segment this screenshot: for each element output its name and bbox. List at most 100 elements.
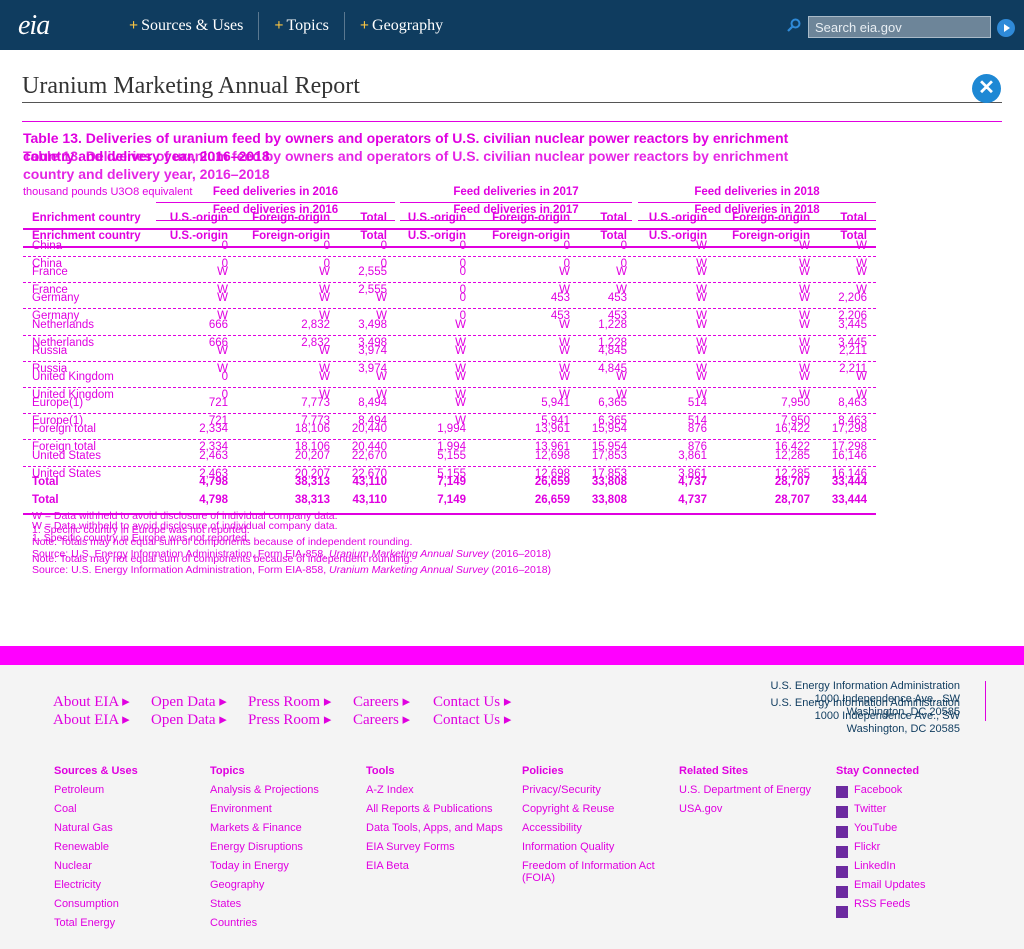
footer-item[interactable]: A-Z Index	[366, 784, 414, 796]
footer-item[interactable]: All Reports & Publications	[366, 803, 493, 815]
footer-item[interactable]: RSS Feeds	[854, 898, 910, 910]
footer-item[interactable]: Accessibility	[522, 822, 582, 834]
footer-item[interactable]: EIA Beta	[366, 860, 409, 872]
youtube-icon[interactable]	[836, 826, 848, 838]
table-cell: 22,670	[351, 449, 387, 462]
footer-link[interactable]: Careers ▸	[353, 692, 410, 711]
table-cell: 33,444	[831, 493, 867, 506]
footer-item[interactable]: Analysis & Projections	[210, 784, 319, 796]
table-cell: W	[376, 371, 387, 383]
footer-item[interactable]: EIA Survey Forms	[366, 841, 455, 853]
footer-item[interactable]: USA.gov	[679, 803, 722, 815]
table-cell: W	[696, 292, 707, 305]
footer-item[interactable]: YouTube	[854, 822, 897, 834]
flickr-icon[interactable]	[836, 846, 848, 858]
footer-item[interactable]: Twitter	[854, 803, 886, 815]
footer-item[interactable]: Electricity	[54, 879, 101, 891]
footer-link[interactable]: Contact Us ▸	[433, 692, 511, 711]
footer-link[interactable]: About EIA ▸	[53, 692, 130, 711]
nav-topics[interactable]: + Topics	[259, 12, 345, 40]
source-suffix: (2016–2018)	[488, 548, 552, 560]
footer-item[interactable]: Total Energy	[54, 917, 115, 929]
nav-geography[interactable]: + Geography	[345, 12, 458, 40]
footer-item[interactable]: Email Updates	[854, 879, 926, 891]
table-top-rule	[22, 121, 1002, 122]
footer-link[interactable]: Open Data ▸	[151, 692, 227, 711]
table-row-label: Netherlands	[32, 318, 95, 331]
table-cell: W	[856, 371, 867, 383]
row-divider	[23, 256, 876, 257]
column-header: U.S.-origin	[648, 212, 707, 224]
table-cell: W	[696, 266, 707, 279]
column-header: Total	[600, 212, 627, 224]
footer-item[interactable]: Facebook	[854, 784, 902, 796]
table-cell: W	[455, 344, 466, 357]
footer-item[interactable]: Environment	[210, 803, 272, 815]
footer-item[interactable]: Countries	[210, 917, 257, 929]
footer-item[interactable]: States	[210, 898, 241, 910]
table-cell: 8,463	[838, 397, 867, 410]
group-underline	[400, 202, 632, 203]
page-title: Uranium Marketing Annual Report	[22, 73, 360, 99]
linkedin-icon[interactable]	[836, 866, 848, 878]
footer-item[interactable]: Copyright & Reuse	[522, 803, 614, 815]
table-cell: W	[616, 266, 627, 279]
footer-item[interactable]: Freedom of Information Act (FOIA)	[522, 860, 662, 884]
footer-link[interactable]: About EIA ▸	[53, 710, 130, 729]
table-row-label: Germany	[32, 292, 80, 305]
footer-item[interactable]: LinkedIn	[854, 860, 896, 872]
table-cell: 5,155	[437, 449, 466, 462]
footer-item[interactable]: Markets & Finance	[210, 822, 302, 834]
footer-item[interactable]: Natural Gas	[54, 822, 113, 834]
footer-item[interactable]: Nuclear	[54, 860, 92, 872]
footer-item[interactable]: Geography	[210, 879, 264, 891]
close-button[interactable]: ✕	[972, 74, 1001, 103]
rss-feeds-icon[interactable]	[836, 906, 848, 918]
table-cell: 2,334	[199, 423, 228, 436]
row-divider	[23, 334, 876, 336]
nav-sources-uses[interactable]: + Sources & Uses	[114, 12, 260, 40]
column-header: Total	[360, 212, 387, 224]
column-group-header: Feed deliveries in 2018	[694, 186, 820, 198]
table-cell: W	[616, 371, 627, 383]
footer-item[interactable]: Energy Disruptions	[210, 841, 303, 853]
footer-divider	[985, 681, 986, 721]
footer-item[interactable]: Coal	[54, 803, 77, 815]
table-cell: 721	[208, 397, 228, 410]
email-updates-icon[interactable]	[836, 886, 848, 898]
footer-link[interactable]: Press Room ▸	[248, 692, 331, 711]
footer-item[interactable]: Petroleum	[54, 784, 104, 796]
table-cell: 20,440	[351, 423, 387, 436]
footer-item[interactable]: Today in Energy	[210, 860, 289, 872]
table-cell: 8,494	[358, 397, 387, 410]
table-cell: 4,798	[199, 493, 228, 506]
search-input[interactable]	[808, 16, 991, 38]
twitter-icon[interactable]	[836, 806, 848, 818]
footer-column-heading: Policies	[522, 765, 564, 777]
table-cell: 0	[459, 240, 466, 252]
footer-item[interactable]: Data Tools, Apps, and Maps	[366, 822, 503, 834]
footer-item[interactable]: Privacy/Security	[522, 784, 601, 796]
eia-logo[interactable]: eia	[18, 10, 50, 42]
footer-link[interactable]: Open Data ▸	[151, 710, 227, 729]
table-cell: 3,861	[678, 449, 707, 462]
footer-item[interactable]: U.S. Department of Energy	[679, 784, 811, 796]
footer-link[interactable]: Contact Us ▸	[433, 710, 511, 729]
header-rule	[23, 228, 876, 230]
column-header: Total	[840, 212, 867, 224]
row-divider	[23, 465, 876, 467]
table-cell: 15,954	[591, 423, 627, 436]
footnote-withheld: W = Data withheld to avoid disclosure of…	[32, 520, 338, 532]
footer-item[interactable]: Information Quality	[522, 841, 614, 853]
plus-icon: +	[274, 17, 284, 34]
facebook-icon[interactable]	[836, 786, 848, 798]
search-submit-button[interactable]	[997, 19, 1015, 37]
footer-item[interactable]: Flickr	[854, 841, 880, 853]
footer-link[interactable]: Press Room ▸	[248, 710, 331, 729]
table-row-label: Russia	[32, 344, 68, 357]
plus-icon: +	[129, 17, 139, 34]
footer-link[interactable]: Careers ▸	[353, 710, 410, 729]
table-row-label: France	[32, 266, 68, 279]
footer-item[interactable]: Consumption	[54, 898, 119, 910]
footer-item[interactable]: Renewable	[54, 841, 109, 853]
